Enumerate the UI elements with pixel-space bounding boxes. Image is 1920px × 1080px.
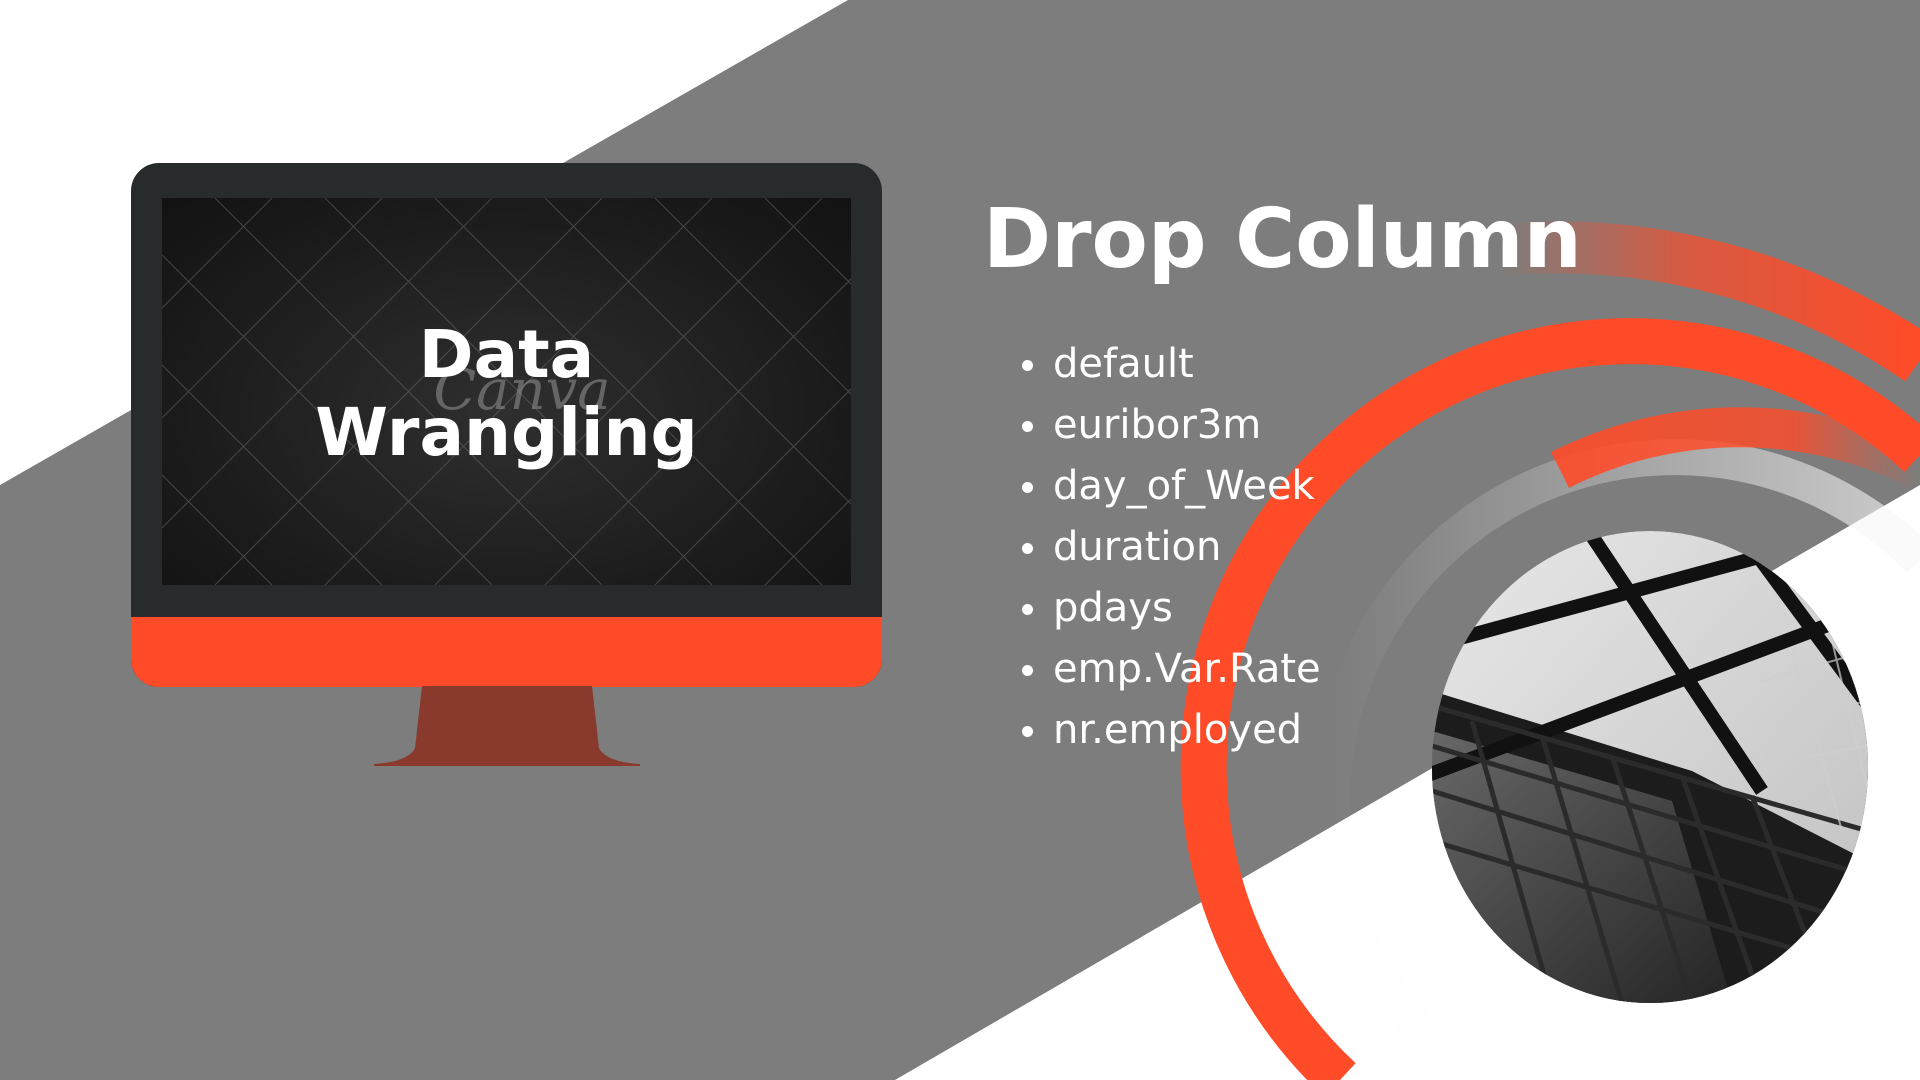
screen-title: Data Wrangling <box>315 316 698 471</box>
list-item: default <box>1022 334 1321 395</box>
list-item: day_of_Week <box>1022 456 1321 517</box>
slide: Canva Data Wrangling Drop Column default… <box>0 0 1920 1080</box>
building-photo-circle <box>1432 531 1868 1003</box>
list-item: nr.employed <box>1022 700 1321 761</box>
building-photo <box>1432 531 1868 1003</box>
monitor-chin <box>131 617 882 687</box>
list-item: pdays <box>1022 578 1321 639</box>
monitor-screen: Canva Data Wrangling <box>162 198 851 585</box>
monitor-stand <box>374 686 640 766</box>
slide-heading: Drop Column <box>983 192 1582 287</box>
list-item: euribor3m <box>1022 395 1321 456</box>
list-item: duration <box>1022 517 1321 578</box>
drop-column-list: default euribor3m day_of_Week duration p… <box>1022 334 1321 761</box>
monitor-illustration: Canva Data Wrangling <box>131 163 882 687</box>
list-item: emp.Var.Rate <box>1022 639 1321 700</box>
